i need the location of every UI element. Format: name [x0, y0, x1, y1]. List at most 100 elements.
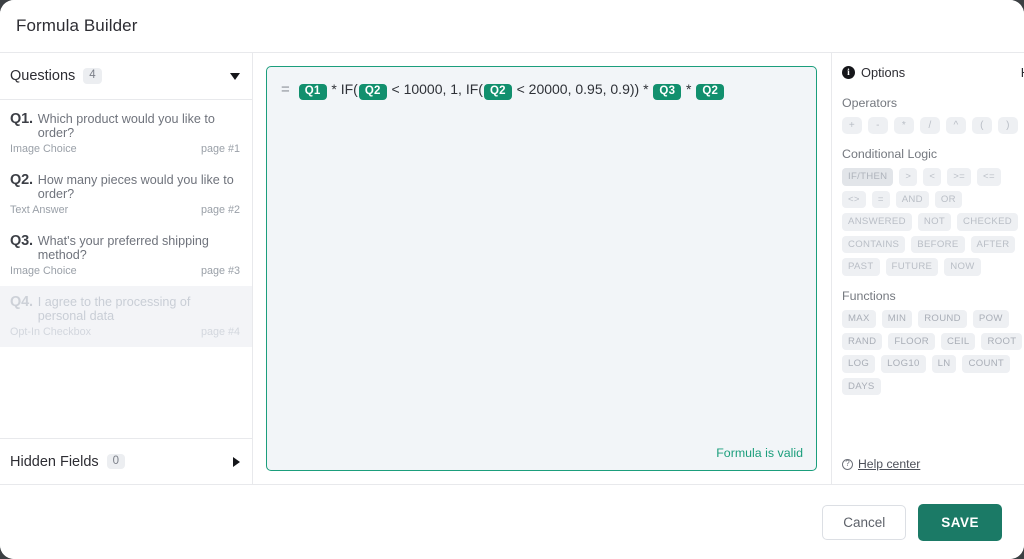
question-number: Q3. — [10, 233, 33, 249]
option-pill-after[interactable]: AFTER — [970, 235, 1016, 254]
cancel-button[interactable]: Cancel — [822, 504, 907, 540]
formula-chip-q2[interactable]: Q2 — [483, 83, 512, 100]
option-group-label: Conditional Logic — [842, 147, 938, 161]
formula-chip-q2[interactable]: Q2 — [696, 83, 725, 100]
option-pill-checked[interactable]: CHECKED — [957, 213, 1019, 231]
option-pill-[interactable]: / — [920, 117, 940, 134]
option-pill-now[interactable]: NOW — [944, 258, 981, 276]
option-pill-count[interactable]: COUNT — [962, 355, 1011, 373]
question-number: Q1. — [10, 111, 33, 127]
hidden-fields-section-header[interactable]: Hidden Fields 0 — [0, 438, 252, 484]
question-type: Image Choice — [10, 143, 77, 155]
option-pill-root[interactable]: ROOT — [981, 332, 1023, 351]
question-type: Opt-In Checkbox — [10, 326, 92, 338]
app-backdrop: Formula Builder Questions 4 Q1. Which pr… — [0, 0, 1024, 559]
option-pill-and[interactable]: AND — [895, 190, 929, 209]
option-pill-log[interactable]: LOG — [842, 355, 876, 373]
option-pill-row: + - * / ^ () — [842, 117, 1024, 134]
option-pill-not[interactable]: NOT — [917, 213, 951, 231]
modal-body: Questions 4 Q1. Which product would you … — [0, 52, 1024, 485]
option-group-conditional-logic: Conditional Logic IF/THEN > < >= <= <> = AND OR AN… — [842, 147, 1024, 276]
equals-sign: = — [281, 81, 290, 98]
option-groups: Operators + - * / ^ () Conditional Logic IF/THEN… — [842, 96, 1024, 396]
option-pill-[interactable]: - — [868, 117, 888, 134]
chevron-right-icon[interactable] — [233, 456, 240, 467]
option-pill-row: IF/THEN > < >= <= <> = AND OR ANSWERED NOT CHECKED C… — [842, 168, 1024, 276]
option-pill-[interactable]: >= — [947, 168, 972, 186]
list-item[interactable]: Q3. What's your preferred shipping metho… — [0, 225, 252, 286]
save-button[interactable]: SAVE — [918, 503, 1002, 541]
option-pill-row: MAX MIN ROUND POW RAND FLOOR CEIL ROOT LOG LOG10 L… — [842, 309, 1024, 396]
formula-builder-modal: Formula Builder Questions 4 Q1. Which pr… — [0, 0, 1024, 559]
modal-titlebar: Formula Builder — [0, 0, 1024, 52]
formula-editor-area: = Q1 * IF(Q2 < 10000, 1, IF(Q2 < 20000, … — [253, 53, 831, 484]
option-pill-[interactable]: + — [842, 117, 862, 134]
option-pill-[interactable]: ^ — [946, 117, 966, 134]
option-pill-[interactable]: ) — [998, 117, 1018, 134]
option-pill-contains[interactable]: CONTAINS — [842, 235, 906, 254]
help-center-link[interactable]: ? Help center — [842, 457, 920, 471]
option-pill-floor[interactable]: FLOOR — [888, 332, 935, 351]
option-pill-if-then[interactable]: IF/THEN — [842, 168, 894, 186]
option-pill-[interactable]: < — [923, 168, 942, 186]
options-panel: i Options H Operators+-*/^()Conditional … — [831, 53, 1024, 484]
option-pill-[interactable]: <= — [977, 168, 1001, 186]
question-page: page #4 — [200, 326, 240, 338]
list-item-disabled: Q4. I agree to the processing of persona… — [0, 286, 252, 347]
formula-text-token: < 20000, 0.95, 0.9)) * — [512, 81, 653, 97]
option-pill-max[interactable]: MAX — [842, 309, 876, 328]
list-item[interactable]: Q2. How many pieces would you like to or… — [0, 164, 252, 225]
option-pill-days[interactable]: DAYS — [842, 377, 881, 396]
question-page: page #2 — [200, 204, 240, 216]
option-group-label: Functions — [842, 288, 896, 303]
question-text: How many pieces would you like to order? — [37, 173, 234, 201]
formula-text-token: < 10000, 1, IF( — [387, 81, 483, 97]
option-pill-ln[interactable]: LN — [931, 355, 957, 373]
questions-count-badge: 4 — [83, 68, 102, 84]
option-pill-or[interactable]: OR — [934, 190, 962, 209]
hidden-fields-label: Hidden Fields — [10, 453, 99, 470]
option-pill-before[interactable]: BEFORE — [911, 235, 965, 254]
formula-chip-q2[interactable]: Q2 — [358, 83, 387, 100]
option-pill-round[interactable]: ROUND — [918, 309, 967, 328]
question-type: Image Choice — [10, 265, 77, 277]
formula-input[interactable]: = Q1 * IF(Q2 < 10000, 1, IF(Q2 < 20000, … — [266, 66, 817, 471]
questions-section-header[interactable]: Questions 4 — [0, 53, 252, 100]
formula-chip-q3[interactable]: Q3 — [653, 83, 682, 100]
option-pill-[interactable]: <> — [842, 190, 866, 209]
options-header: i Options — [842, 65, 1024, 80]
formula-validity-status: Formula is valid — [716, 446, 803, 460]
question-number: Q4. — [10, 294, 33, 310]
question-text: What's your preferred shipping method? — [37, 234, 209, 262]
option-pill-pow[interactable]: POW — [972, 309, 1009, 328]
option-pill-future[interactable]: FUTURE — [885, 258, 939, 276]
option-group-label: Operators — [842, 96, 898, 110]
option-pill-[interactable]: = — [871, 190, 890, 209]
question-page: page #1 — [200, 143, 240, 155]
option-pill-min[interactable]: MIN — [881, 309, 913, 328]
option-pill-[interactable]: * — [894, 117, 914, 134]
option-pill-log10[interactable]: LOG10 — [881, 355, 926, 373]
question-text: Which product would you like to order? — [37, 112, 215, 140]
formula-text-token: * IF( — [327, 81, 358, 97]
option-group-operators: Operators + - * / ^ () — [842, 96, 1024, 134]
list-item[interactable]: Q1. Which product would you like to orde… — [0, 103, 252, 164]
option-pill-rand[interactable]: RAND — [842, 332, 883, 351]
modal-footer: Cancel SAVE — [0, 485, 1024, 559]
option-pill-[interactable]: ( — [972, 117, 992, 134]
option-pill-[interactable]: > — [899, 168, 918, 186]
question-type: Text Answer — [10, 204, 69, 216]
option-pill-ceil[interactable]: CEIL — [940, 332, 976, 351]
hidden-fields-count-badge: 0 — [106, 453, 126, 470]
option-group-functions: Functions MAX MIN ROUND POW RAND FLOOR CEIL ROOT… — [842, 288, 1024, 396]
formula-chip-q1[interactable]: Q1 — [298, 83, 327, 100]
sidebar: Questions 4 Q1. Which product would you … — [0, 53, 253, 484]
page-title: Formula Builder — [16, 16, 138, 35]
chevron-down-icon[interactable] — [230, 72, 240, 80]
help-center-label: Help center — [858, 457, 921, 471]
option-pill-answered[interactable]: ANSWERED — [842, 213, 912, 231]
option-pill-past[interactable]: PAST — [842, 258, 880, 276]
question-page: page #3 — [200, 265, 240, 277]
question-mark-icon: ? — [842, 458, 853, 470]
formula-text-token: * — [682, 81, 696, 97]
